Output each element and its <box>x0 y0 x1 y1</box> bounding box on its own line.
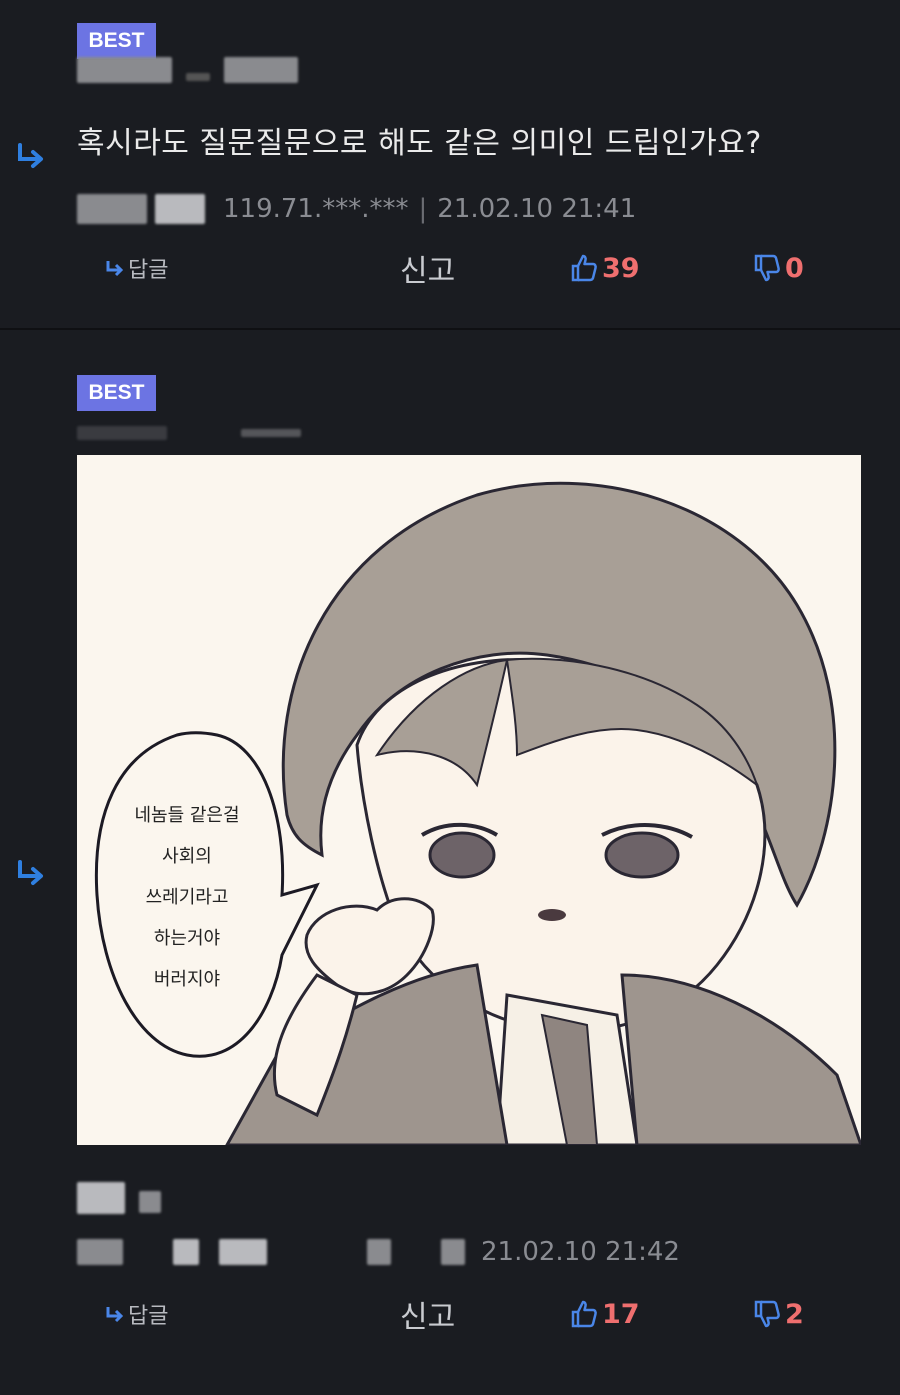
blurred-ip-2 <box>441 1239 465 1265</box>
thumbs-up-icon <box>571 254 597 282</box>
thumbs-down-icon <box>754 1300 780 1328</box>
dislike-count: 0 <box>785 252 804 284</box>
reply-button[interactable]: 답글 <box>104 246 168 290</box>
dislike-button[interactable]: 0 <box>753 246 804 290</box>
report-label: 신고 <box>400 254 456 289</box>
blurred-fragment <box>186 73 210 81</box>
like-count: 39 <box>602 252 640 284</box>
comment-meta: 21.02.10 21:42 <box>77 1235 680 1269</box>
blurred-word <box>77 1182 125 1214</box>
ip-address: 119.71.***.*** <box>223 194 409 224</box>
reply-label: 답글 <box>128 258 169 283</box>
report-label: 신고 <box>400 1300 456 1335</box>
author-info-blurred <box>77 57 298 83</box>
bubble-line: 쓰레기라고 <box>145 887 229 908</box>
comment-meta: 119.71.***.*** | 21.02.10 21:41 <box>77 192 636 226</box>
reply-small-arrow-icon <box>106 261 124 277</box>
bubble-line: 사회의 <box>162 846 212 867</box>
action-bar: 답글 신고 39 0 <box>0 246 900 290</box>
comment-item: BEST 네놈들 같은걸 사회의 쓰레기라고 하는거야 버러지야 21.02.1… <box>0 330 900 1395</box>
dislike-count: 2 <box>785 1298 804 1330</box>
report-button[interactable]: 신고 <box>400 1292 455 1336</box>
thumbs-up-icon <box>571 1300 597 1328</box>
blurred-id <box>224 57 298 83</box>
meta-separator: | <box>418 194 428 224</box>
reply-button[interactable]: 답글 <box>104 1292 168 1336</box>
blurred-nickname <box>77 57 172 83</box>
reply-arrow-icon <box>14 141 48 171</box>
blurred-id <box>241 429 301 437</box>
blurred-author-2 <box>173 1239 199 1265</box>
reply-small-arrow-icon <box>106 1307 124 1323</box>
blurred-word <box>139 1191 161 1213</box>
bubble-line: 버러지야 <box>153 969 221 990</box>
comment-text: 혹시라도 질문질문으로 해도 같은 의미인 드립인가요? <box>77 126 762 161</box>
blurred-nickname <box>77 426 167 440</box>
bubble-line: 하는거야 <box>153 928 221 949</box>
thumbs-down-icon <box>754 254 780 282</box>
reply-label: 답글 <box>128 1304 169 1329</box>
like-count: 17 <box>602 1298 640 1330</box>
timestamp: 21.02.10 21:41 <box>437 194 637 224</box>
best-badge: BEST <box>77 375 156 411</box>
action-bar: 답글 신고 17 2 <box>0 1292 900 1336</box>
blurred-comment-text <box>77 1182 161 1214</box>
bubble-line: 네놈들 같은걸 <box>134 805 240 826</box>
timestamp: 21.02.10 21:42 <box>481 1237 680 1267</box>
dislike-button[interactable]: 2 <box>753 1292 804 1336</box>
speech-bubble-text: 네놈들 같은걸 사회의 쓰레기라고 하는거야 버러지야 <box>107 795 267 1000</box>
blurred-author <box>77 1239 123 1265</box>
blurred-author-3 <box>219 1239 267 1265</box>
report-button[interactable]: 신고 <box>400 246 455 290</box>
blurred-author-2 <box>155 194 205 224</box>
comment-item: BEST 혹시라도 질문질문으로 해도 같은 의미인 드립인가요? 119.71… <box>0 0 900 330</box>
blurred-author <box>77 194 147 224</box>
comment-image: 네놈들 같은걸 사회의 쓰레기라고 하는거야 버러지야 <box>77 455 861 1145</box>
like-button[interactable]: 17 <box>570 1292 640 1336</box>
reply-arrow-icon <box>14 858 48 888</box>
blurred-ip <box>367 1239 391 1265</box>
like-button[interactable]: 39 <box>570 246 640 290</box>
author-info-blurred <box>77 420 301 446</box>
best-badge: BEST <box>77 23 156 59</box>
